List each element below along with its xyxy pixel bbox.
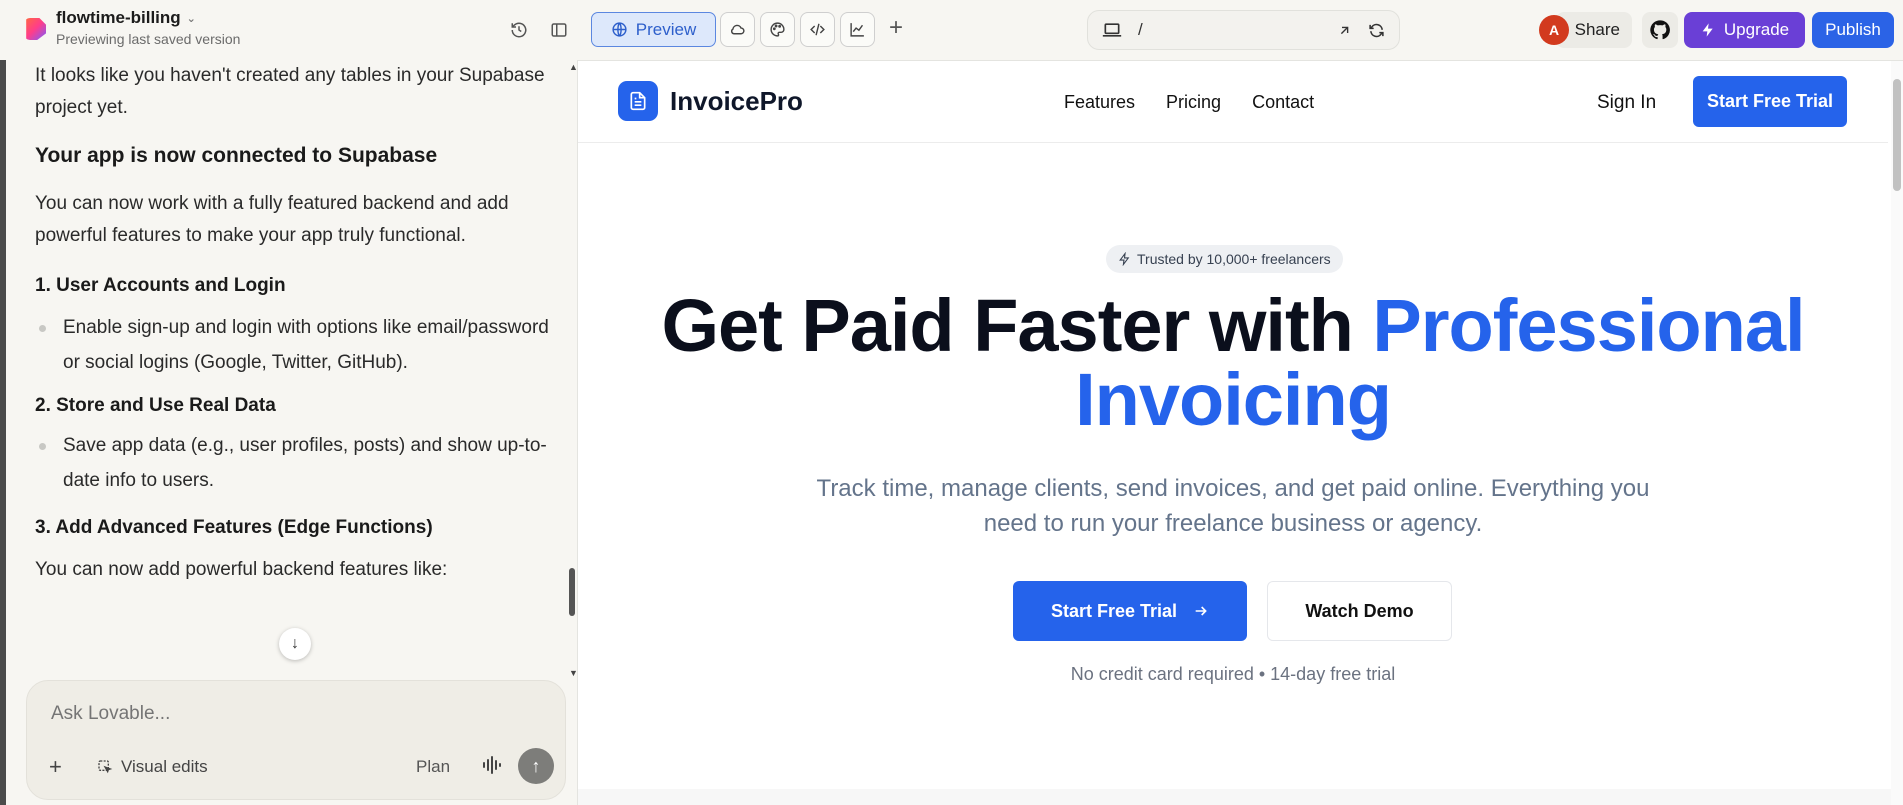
visual-edits-button[interactable]: Visual edits <box>97 757 208 777</box>
history-icon[interactable] <box>506 17 532 43</box>
attach-plus-icon[interactable]: + <box>49 754 62 780</box>
chat-messages: It looks like you haven't created any ta… <box>35 60 555 586</box>
chat-scrollbar-thumb[interactable] <box>569 568 575 616</box>
lightning-outline-icon <box>1119 252 1130 266</box>
theme-button[interactable] <box>760 12 795 47</box>
chat-intro: It looks like you haven't created any ta… <box>35 65 545 118</box>
cloud-button[interactable] <box>720 12 755 47</box>
arrow-up-icon: ↑ <box>531 755 541 776</box>
preview-pane: InvoicePro Features Pricing Contact Sign… <box>577 60 1903 805</box>
section-title: 2. Store and Use Real Data <box>35 395 276 416</box>
preview-scrollbar-thumb[interactable] <box>1893 79 1901 191</box>
globe-icon <box>612 22 627 37</box>
chat-trailing: You can now add powerful backend feature… <box>35 559 448 580</box>
publish-button[interactable]: Publish <box>1812 12 1894 48</box>
add-tab-icon[interactable]: + <box>884 14 908 42</box>
lightning-icon <box>1702 23 1713 37</box>
list-item: Save app data (e.g., user profiles, post… <box>35 428 555 498</box>
github-icon <box>1650 20 1670 40</box>
visual-edit-cursor-icon <box>98 760 113 774</box>
chart-line-icon <box>850 23 864 37</box>
top-bar: flowtime-billing ⌄ Previewing last saved… <box>0 0 1903 60</box>
hero-title: Get Paid Faster with Professional Invoic… <box>618 289 1848 437</box>
trust-badge: Trusted by 10,000+ freelancers <box>1106 245 1343 273</box>
url-bar[interactable]: / <box>1087 10 1400 50</box>
github-button[interactable] <box>1642 12 1678 48</box>
section-title: 3. Add Advanced Features (Edge Functions… <box>35 517 433 538</box>
lovable-logo-icon <box>26 18 46 40</box>
voice-icon[interactable] <box>482 755 504 780</box>
plan-toggle[interactable]: Plan <box>416 757 450 777</box>
cta-primary-label: Start Free Trial <box>1050 600 1178 621</box>
preview-button[interactable]: Preview <box>591 12 716 47</box>
code-button[interactable] <box>800 12 835 47</box>
arrow-right-icon <box>1195 606 1207 616</box>
share-label: Share <box>1574 20 1620 39</box>
analytics-button[interactable] <box>840 12 875 47</box>
open-external-icon[interactable] <box>1337 23 1352 38</box>
palette-icon <box>770 22 785 37</box>
nav-link-pricing[interactable]: Pricing <box>1166 92 1221 113</box>
visual-edits-label: Visual edits <box>121 757 208 776</box>
brand-name: InvoicePro <box>670 85 803 116</box>
chat-composer: + Visual edits Plan ↑ <box>26 680 566 800</box>
project-subtitle: Previewing last saved version <box>56 31 241 47</box>
nav-link-contact[interactable]: Contact <box>1252 92 1314 113</box>
project-switcher[interactable]: flowtime-billing ⌄ Previewing last saved… <box>24 8 240 47</box>
fine-print: No credit card required • 14-day free tr… <box>1070 664 1396 684</box>
site-brand[interactable]: InvoicePro <box>618 81 803 121</box>
section-title: 1. User Accounts and Login <box>35 275 286 296</box>
nav-link-features[interactable]: Features <box>1064 92 1135 113</box>
upgrade-label: Upgrade <box>1723 20 1790 39</box>
code-icon <box>810 23 825 36</box>
badge-text: Trusted by 10,000+ freelancers <box>1137 251 1331 267</box>
upgrade-button[interactable]: Upgrade <box>1684 12 1805 48</box>
document-icon <box>618 81 658 121</box>
refresh-icon[interactable] <box>1368 22 1385 39</box>
hero-start-trial-button[interactable]: Start Free Trial <box>1013 581 1247 641</box>
chat-body: You can now work with a fully featured b… <box>35 193 509 246</box>
sidebar-toggle-icon[interactable] <box>546 17 572 43</box>
hero-title-main: Get Paid Faster with <box>661 284 1373 367</box>
url-path[interactable]: / <box>1138 20 1321 40</box>
chat-panel: It looks like you haven't created any ta… <box>6 60 578 805</box>
laptop-icon[interactable] <box>1102 22 1122 38</box>
watch-demo-button[interactable]: Watch Demo <box>1267 581 1452 641</box>
send-button[interactable]: ↑ <box>518 748 554 784</box>
scroll-to-bottom-button[interactable]: ↓ <box>279 628 311 660</box>
user-avatar[interactable]: A <box>1539 15 1569 45</box>
next-section-edge <box>578 789 1891 805</box>
chat-input[interactable] <box>51 703 531 725</box>
sign-in-link[interactable]: Sign In <box>1597 92 1656 114</box>
chat-heading: Your app is now connected to Supabase <box>35 144 438 167</box>
chevron-down-icon[interactable]: ⌄ <box>187 12 196 25</box>
arrow-down-icon: ↓ <box>291 635 299 652</box>
project-name: flowtime-billing <box>56 8 181 27</box>
hero-subtitle: Track time, manage clients, send invoice… <box>816 475 1650 537</box>
site-nav-links: Features Pricing Contact <box>1064 92 1314 113</box>
list-item: Enable sign-up and login with options li… <box>35 310 555 380</box>
nav-start-trial-button[interactable]: Start Free Trial <box>1693 76 1847 127</box>
cloud-icon <box>730 24 745 35</box>
preview-label: Preview <box>635 19 697 39</box>
site-navbar: InvoicePro Features Pricing Contact Sign… <box>578 61 1888 143</box>
